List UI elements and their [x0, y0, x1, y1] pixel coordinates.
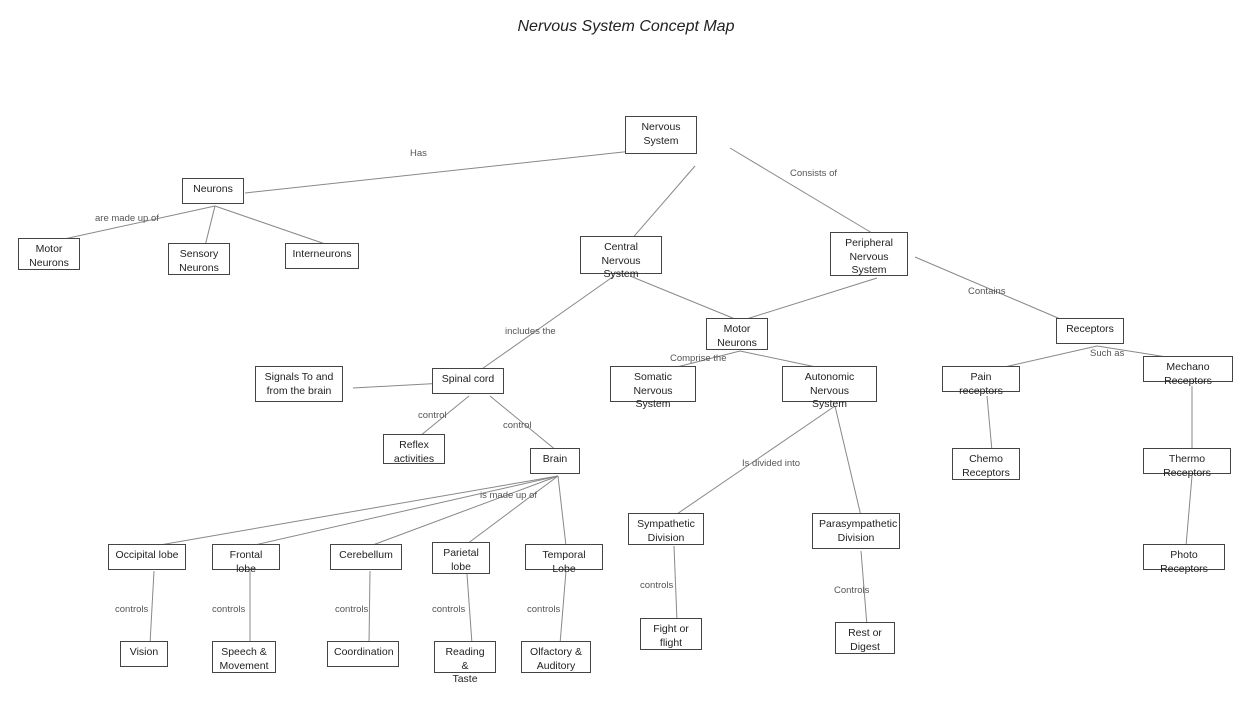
node-cns: Central NervousSystem: [580, 236, 662, 274]
node-temporal: Temporal Lobe: [525, 544, 603, 570]
node-spinal-cord: Spinal cord: [432, 368, 504, 394]
node-somatic: Somatic NervousSystem: [610, 366, 696, 402]
svg-text:controls: controls: [527, 604, 561, 615]
node-cerebellum: Cerebellum: [330, 544, 402, 570]
node-motor-neurons-top: MotorNeurons: [18, 238, 80, 270]
node-brain: Brain: [530, 448, 580, 474]
node-sensory-neurons: SensoryNeurons: [168, 243, 230, 275]
node-rest-digest: Rest orDigest: [835, 622, 895, 654]
node-parietal: Parietallobe: [432, 542, 490, 574]
node-mechano-receptors: Mechano Receptors: [1143, 356, 1233, 382]
node-occipital: Occipital lobe: [108, 544, 186, 570]
svg-text:Contains: Contains: [968, 286, 1006, 297]
node-reflex-activities: Reflexactivities: [383, 434, 445, 464]
node-receptors: Receptors: [1056, 318, 1124, 344]
svg-text:is made up of: is made up of: [480, 490, 537, 501]
svg-text:Controls: Controls: [834, 585, 870, 596]
node-olfactory-auditory: Olfactory &Auditory: [521, 641, 591, 673]
node-interneurons: Interneurons: [285, 243, 359, 269]
svg-text:controls: controls: [115, 604, 149, 615]
svg-text:control: control: [418, 410, 447, 421]
node-vision: Vision: [120, 641, 168, 667]
node-sympathetic: SympatheticDivision: [628, 513, 704, 545]
node-fight-flight: Fight orflight: [640, 618, 702, 650]
svg-text:Comprise the: Comprise the: [670, 353, 727, 364]
page-title: Nervous System Concept Map: [0, 0, 1252, 36]
node-pain-receptors: Pain receptors: [942, 366, 1020, 392]
node-parasympathetic: ParasympatheticDivision: [812, 513, 900, 549]
node-motor-neurons-mid: MotorNeurons: [706, 318, 768, 350]
node-pns: PeripheralNervousSystem: [830, 232, 908, 276]
svg-text:Has: Has: [410, 148, 427, 159]
node-neurons: Neurons: [182, 178, 244, 204]
svg-text:Consists of: Consists of: [790, 168, 837, 179]
node-photo-receptors: Photo Receptors: [1143, 544, 1225, 570]
svg-text:controls: controls: [335, 604, 369, 615]
svg-text:Is divided into: Is divided into: [742, 458, 800, 469]
svg-text:controls: controls: [212, 604, 246, 615]
node-chemo-receptors: ChemoReceptors: [952, 448, 1020, 480]
node-frontal: Frontal lobe: [212, 544, 280, 570]
svg-text:controls: controls: [432, 604, 466, 615]
node-reading-taste: Reading &Taste: [434, 641, 496, 673]
node-coordination: Coordination: [327, 641, 399, 667]
svg-text:are made up of: are made up of: [95, 213, 159, 224]
node-signals-brain: Signals To andfrom the brain: [255, 366, 343, 402]
node-autonomic: Autonomic NervousSystem: [782, 366, 877, 402]
svg-text:includes the: includes the: [505, 326, 556, 337]
svg-text:control: control: [503, 420, 532, 431]
node-speech-movement: Speech &Movement: [212, 641, 276, 673]
node-nervous-system: NervousSystem: [625, 116, 697, 154]
svg-text:controls: controls: [640, 580, 674, 591]
node-thermo-receptors: Thermo Receptors: [1143, 448, 1231, 474]
svg-text:Such as: Such as: [1090, 348, 1125, 359]
